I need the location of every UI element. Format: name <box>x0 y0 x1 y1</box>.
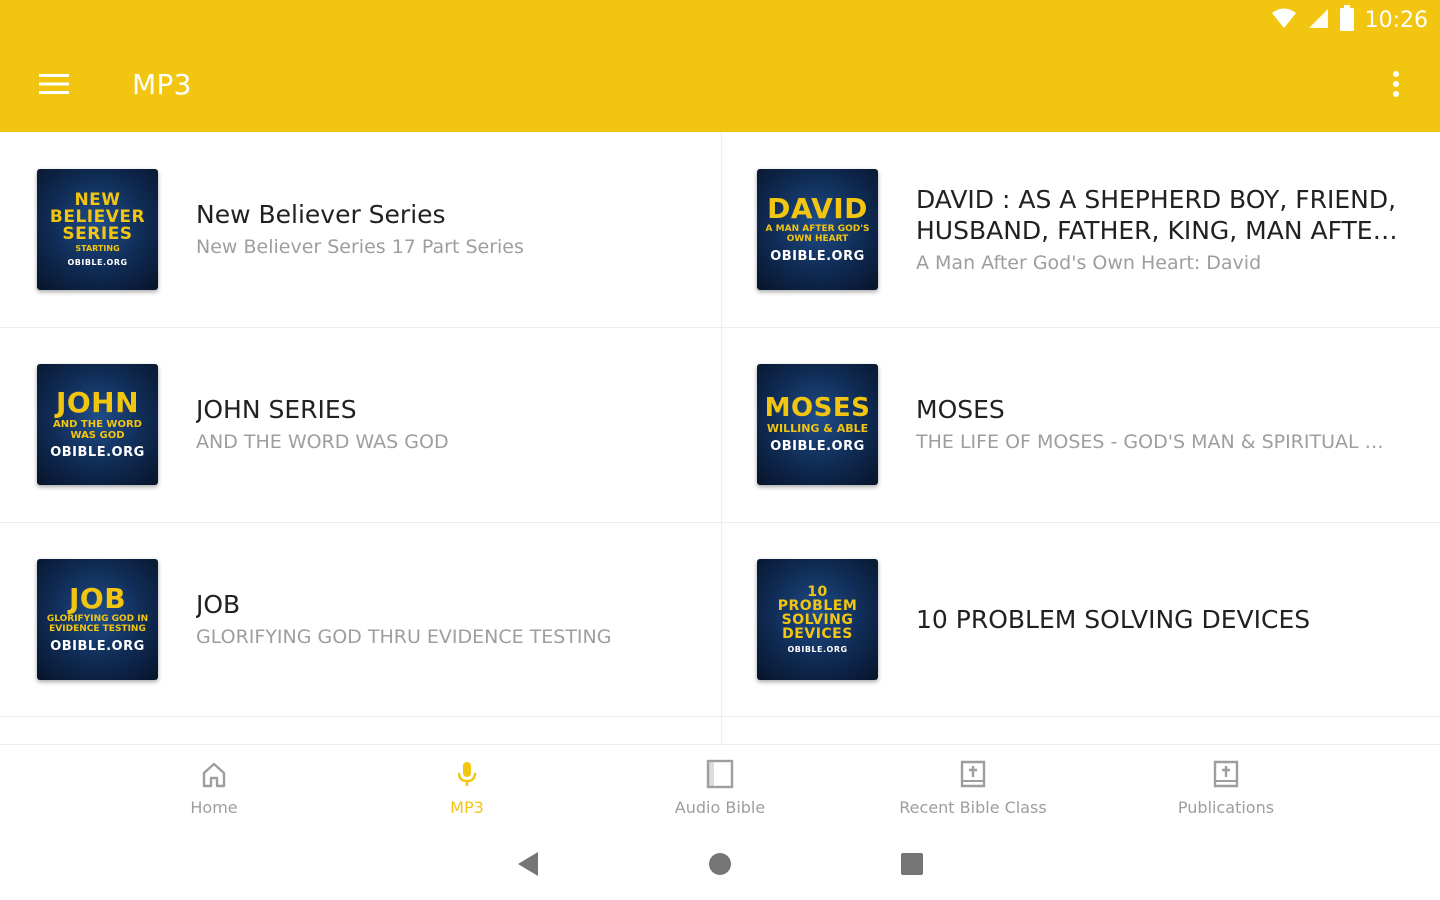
series-subtitle: GLORIFYING GOD THRU EVIDENCE TESTING <box>196 626 612 648</box>
thumbnail-subtitle: GLORIFYING GOD IN EVIDENCE TESTING <box>46 614 149 634</box>
more-vertical-icon <box>1392 70 1400 103</box>
series-item-job[interactable]: JOB GLORIFYING GOD IN EVIDENCE TESTING O… <box>0 522 720 717</box>
series-subtitle: AND THE WORD WAS GOD <box>196 431 449 453</box>
status-icons: 10:26 <box>1271 4 1428 36</box>
nav-recent-bible-class[interactable]: Recent Bible Class <box>873 745 1073 827</box>
nav-label: Recent Bible Class <box>899 798 1047 817</box>
series-item-moses[interactable]: MOSES WILLING & ABLE OBIBLE.ORG MOSES TH… <box>720 327 1440 522</box>
nav-publications[interactable]: Publications <box>1126 745 1326 827</box>
series-title: JOB <box>196 590 241 619</box>
nav-mp3[interactable]: MP3 <box>367 745 567 827</box>
series-subtitle: New Believer Series 17 Part Series <box>196 236 524 258</box>
series-text: DAVID : AS A SHEPHERD BOY, FRIEND, HUSBA… <box>916 132 1400 327</box>
bottom-navigation: Home MP3 Audio Bible Recent Bible Class … <box>0 744 1440 826</box>
thumbnail-site: OBIBLE.ORG <box>770 439 865 455</box>
status-time: 10:26 <box>1364 7 1428 33</box>
nav-label: Publications <box>1177 798 1275 817</box>
series-item-john[interactable]: JOHN AND THE WORD WAS GOD OBIBLE.ORG JOH… <box>0 327 720 522</box>
series-thumbnail: JOHN AND THE WORD WAS GOD OBIBLE.ORG <box>37 364 158 485</box>
thumbnail-title: MOSES <box>764 392 871 423</box>
status-bar: 10:26 <box>0 0 1440 40</box>
series-thumbnail: DAVID A MAN AFTER GOD'S OWN HEART OBIBLE… <box>757 169 878 290</box>
microphone-icon <box>452 759 482 794</box>
nav-home[interactable]: Home <box>114 745 314 827</box>
thumbnail-site: OBIBLE.ORG <box>770 248 865 264</box>
thumbnail-title: JOB <box>68 582 127 616</box>
series-title: MOSES <box>916 395 1005 424</box>
thumbnail-site: OBIBLE.ORG <box>50 638 145 654</box>
thumbnail-title: DAVID <box>767 192 868 226</box>
back-triangle-icon <box>516 851 540 882</box>
app-bar: MP3 <box>0 40 1440 132</box>
back-button[interactable] <box>508 846 548 886</box>
recents-square-icon <box>900 852 924 881</box>
thumbnail-title: NEW BELIEVER SERIES <box>49 190 146 245</box>
series-thumbnail: NEW BELIEVER SERIES STARTING OBIBLE.ORG <box>37 169 158 290</box>
thumbnail-title: JOHN <box>55 386 140 419</box>
series-text: New Believer Series New Believer Series … <box>196 132 680 327</box>
system-navigation-bar <box>0 826 1440 900</box>
nav-label: Home <box>190 798 238 817</box>
series-text: JOHN SERIES AND THE WORD WAS GOD <box>196 327 680 522</box>
series-text: 10 PROBLEM SOLVING DEVICES <box>916 522 1400 717</box>
battery-icon <box>1339 4 1355 36</box>
thumbnail-subtitle: AND THE WORD WAS GOD <box>53 419 142 441</box>
series-thumbnail: 10 PROBLEM SOLVING DEVICES OBIBLE.ORG <box>757 559 878 680</box>
bible-icon <box>1211 759 1241 794</box>
series-thumbnail: MOSES WILLING & ABLE OBIBLE.ORG <box>757 364 878 485</box>
series-thumbnail: JOB GLORIFYING GOD IN EVIDENCE TESTING O… <box>37 559 158 680</box>
series-subtitle: A Man After God's Own Heart: David <box>916 251 1262 274</box>
bible-icon <box>958 759 988 794</box>
recents-button[interactable] <box>892 846 932 886</box>
series-grid: NEW BELIEVER SERIES STARTING OBIBLE.ORG … <box>0 132 1440 744</box>
menu-button[interactable] <box>26 60 82 112</box>
wifi-icon <box>1271 7 1297 34</box>
home-system-button[interactable] <box>700 846 740 886</box>
nav-audio-bible[interactable]: Audio Bible <box>620 745 820 827</box>
series-item-new-believer[interactable]: NEW BELIEVER SERIES STARTING OBIBLE.ORG … <box>0 132 720 327</box>
series-subtitle: THE LIFE OF MOSES - GOD'S MAN & SPIRITUA… <box>916 431 1400 453</box>
thumbnail-subtitle: A MAN AFTER GOD'S OWN HEART <box>765 224 870 244</box>
cellular-signal-icon <box>1307 7 1329 34</box>
book-icon <box>705 759 735 794</box>
home-icon <box>199 759 229 794</box>
home-circle-icon <box>707 851 733 882</box>
series-title: DAVID : AS A SHEPHERD BOY, FRIEND, HUSBA… <box>916 184 1397 245</box>
series-item-david[interactable]: DAVID A MAN AFTER GOD'S OWN HEART OBIBLE… <box>720 132 1440 327</box>
nav-label: Audio Bible <box>674 798 766 817</box>
thumbnail-subtitle: WILLING & ABLE <box>766 421 869 435</box>
series-title: New Believer Series <box>196 200 446 229</box>
series-text: MOSES THE LIFE OF MOSES - GOD'S MAN & SP… <box>916 327 1400 522</box>
hamburger-menu-icon <box>39 73 69 100</box>
thumbnail-site: OBIBLE.ORG <box>67 257 128 267</box>
series-item-problem-solving[interactable]: 10 PROBLEM SOLVING DEVICES OBIBLE.ORG 10… <box>720 522 1440 717</box>
thumbnail-subtitle: STARTING <box>75 244 120 254</box>
series-title: 10 PROBLEM SOLVING DEVICES <box>916 605 1311 634</box>
thumbnail-site: OBIBLE.ORG <box>50 445 145 460</box>
thumbnail-site: OBIBLE.ORG <box>787 645 848 654</box>
series-text: JOB GLORIFYING GOD THRU EVIDENCE TESTING <box>196 522 680 717</box>
page-title: MP3 <box>132 68 192 101</box>
overflow-menu-button[interactable] <box>1376 62 1416 110</box>
top-bar: 10:26 MP3 <box>0 0 1440 132</box>
thumbnail-title: 10 PROBLEM SOLVING DEVICES <box>777 584 858 642</box>
nav-label: MP3 <box>450 798 484 817</box>
series-title: JOHN SERIES <box>196 395 357 424</box>
